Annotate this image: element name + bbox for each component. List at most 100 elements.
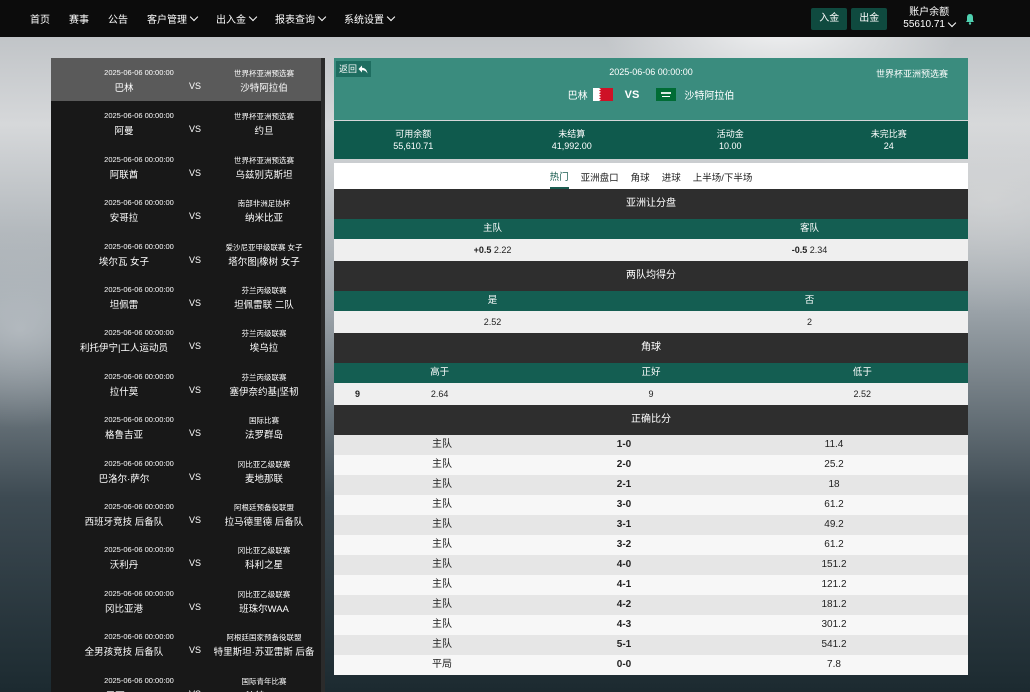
- correct-score-team: 平局: [432, 659, 452, 670]
- match-list-item[interactable]: 2025-06-06 00:00:00 全男孩竞技 后备队 VS 阿根廷国家预备役联盟…: [51, 622, 321, 665]
- match-item-time: 2025-06-06 00:00:00: [104, 502, 174, 511]
- correct-score-row[interactable]: 主队 4-0 151.2: [334, 555, 968, 575]
- account-balance[interactable]: 账户余额 55610.71: [903, 7, 957, 31]
- correct-score-odds: 11.4: [824, 439, 844, 450]
- correct-score-row[interactable]: 主队 2-0 25.2: [334, 455, 968, 475]
- match-item-time: 2025-06-06 00:00:00: [104, 111, 174, 121]
- odds-home-handicap[interactable]: +0.5 2.22: [334, 239, 651, 261]
- match-item-home: 坦佩雷: [109, 300, 139, 311]
- match-item-home: 冈比亚港: [104, 603, 143, 615]
- match-item-vs: VS: [188, 645, 201, 656]
- correct-score-row[interactable]: 主队 3-1 49.2: [334, 515, 968, 535]
- odds-corners-under[interactable]: 2.52: [757, 383, 968, 405]
- match-list-scrollbar[interactable]: [321, 58, 325, 692]
- deposit-button[interactable]: 入金: [811, 7, 848, 30]
- match-list-item[interactable]: 2025-06-06 00:00:00 拉什莫 VS 芬兰丙级联赛 塞伊奈约基|坚韧: [51, 362, 321, 405]
- correct-score-team: 主队: [432, 439, 452, 450]
- correct-score-value: 4-0: [616, 559, 632, 570]
- correct-score-value: 2-0: [616, 459, 632, 470]
- match-item-vs: VS: [188, 298, 201, 308]
- odds-corners-exact[interactable]: 9: [545, 383, 756, 405]
- match-list-item[interactable]: 2025-06-06 00:00:00 西班牙竞技 后备队 VS 阿根廷预备役联盟 拉马…: [51, 492, 321, 535]
- bell-icon[interactable]: [965, 13, 975, 25]
- stat-value: 10.00: [718, 141, 742, 151]
- correct-score-row[interactable]: 主队 4-1 121.2: [334, 575, 968, 595]
- nav-deposit-withdraw[interactable]: 出入金: [216, 11, 258, 26]
- correct-score-row[interactable]: 主队 4-3 301.2: [334, 615, 968, 635]
- match-list-item[interactable]: 2025-06-06 00:00:00 冈比亚港 VS 冈比亚乙级联赛 班珠尔WAA: [51, 579, 321, 622]
- odds-value: 2.34: [809, 245, 828, 255]
- tab-half-time[interactable]: 上半场/下半场: [693, 165, 753, 188]
- match-list-item[interactable]: 2025-06-06 00:00:00 沃利丹 VS 冈比亚乙级联赛 科利之星: [51, 535, 321, 578]
- odds-btts-no[interactable]: 2: [651, 311, 968, 333]
- match-item-home: 格鲁吉亚: [104, 430, 143, 442]
- correct-score-row[interactable]: 主队 5-1 541.2: [334, 635, 968, 655]
- nav-system-settings[interactable]: 系统设置: [344, 11, 396, 26]
- match-item-vs: VS: [188, 558, 201, 569]
- tab-asian-handicap[interactable]: 亚洲盘口: [581, 165, 619, 188]
- correct-score-row[interactable]: 主队 3-0 61.2: [334, 495, 968, 515]
- match-item-vs: VS: [188, 384, 201, 395]
- match-list-item[interactable]: 2025-06-06 00:00:00 巴林 VS 世界杯亚洲预选赛 沙特阿拉伯: [51, 58, 321, 101]
- match-list-item[interactable]: 2025-06-06 00:00:00 坦佩雷 VS 芬兰丙级联赛 坦佩雷联 二队: [51, 275, 321, 318]
- correct-score-row[interactable]: 主队 4-2 181.2: [334, 595, 968, 615]
- nav-events[interactable]: 赛事: [69, 11, 89, 26]
- match-item-home: 利托伊宁|工人运动员: [80, 343, 168, 355]
- tab-corners[interactable]: 角球: [631, 165, 650, 188]
- match-item-league: 阿根廷预备役联盟: [234, 503, 294, 512]
- nav-customer-label: 客户管理: [147, 15, 187, 26]
- stat-value: 41,992.00: [551, 141, 592, 151]
- match-item-away: 班珠尔WAA: [239, 603, 289, 615]
- correct-score-value: 2-1: [616, 479, 632, 490]
- nav-home[interactable]: 首页: [30, 11, 50, 26]
- chevron-down-icon: [317, 12, 327, 22]
- match-item-league: 芬兰丙级联赛: [241, 372, 287, 382]
- match-list-item[interactable]: 2025-06-06 00:00:00 安哥拉 VS 南部非洲足协杯 纳米比亚: [51, 188, 321, 231]
- match-item-time: 2025-06-06 00:00:00: [104, 458, 174, 468]
- nav-customer-management[interactable]: 客户管理: [147, 11, 199, 26]
- match-list-item[interactable]: 2025-06-06 00:00:00 利托伊宁|工人运动员 VS 芬兰丙级联赛 埃乌拉: [51, 318, 321, 361]
- nav-settings-label: 系统设置: [344, 15, 384, 26]
- tab-goals[interactable]: 进球: [662, 165, 681, 188]
- correct-score-team: 主队: [432, 599, 452, 610]
- correct-score-value: 0-0: [616, 659, 632, 670]
- match-teams: 巴林 VS 沙特阿拉伯: [334, 87, 968, 102]
- chevron-down-icon: [189, 12, 199, 22]
- correct-score-row[interactable]: 平局 0-0 7.8: [334, 655, 968, 675]
- odds-corners-over[interactable]: 2.64: [334, 383, 545, 405]
- col-home: 主队: [482, 223, 502, 234]
- match-item-time: 2025-06-06 00:00:00: [104, 675, 174, 685]
- correct-score-row[interactable]: 主队 3-2 61.2: [334, 535, 968, 555]
- odds-btts-yes[interactable]: 2.52: [334, 311, 651, 333]
- match-item-home: 埃尔瓦 女子: [98, 256, 150, 268]
- odds-away-handicap[interactable]: -0.5 2.34: [651, 239, 968, 261]
- match-list-item[interactable]: 2025-06-06 00:00:00 巴西U20VS 国际青年比赛沙特U20: [51, 666, 321, 692]
- match-item-time: 2025-06-06 00:00:00: [104, 545, 174, 555]
- stat-bonus: 活动金 10.00: [651, 121, 810, 159]
- home-team-name: 巴林: [567, 91, 588, 102]
- correct-score-row[interactable]: 主队 1-0 11.4: [334, 435, 968, 455]
- nav-announcements[interactable]: 公告: [108, 11, 128, 26]
- correct-score-value: 4-3: [616, 619, 632, 630]
- correct-score-row[interactable]: 主队 2-1 18: [334, 475, 968, 495]
- match-item-league: 芬兰丙级联赛: [241, 286, 287, 295]
- match-item-away: 沙特阿拉伯: [240, 83, 288, 94]
- nav-reports[interactable]: 报表查询: [275, 11, 327, 26]
- match-item-vs: VS: [188, 341, 201, 352]
- tab-popular[interactable]: 热门: [549, 164, 569, 189]
- match-item-league: 冈比亚乙级联赛: [237, 589, 291, 599]
- corners-line: 9: [355, 389, 361, 399]
- match-item-home: 巴西U20: [61, 688, 187, 692]
- match-item-time: 2025-06-06 00:00:00: [104, 285, 174, 294]
- match-list-item[interactable]: 2025-06-06 00:00:00 巴洛尔·萨尔 VS 冈比亚乙级联赛 麦地那联: [51, 449, 321, 492]
- match-item-away: 纳米比亚: [244, 213, 283, 225]
- match-list: 2025-06-06 00:00:00 巴林 VS 世界杯亚洲预选赛 沙特阿拉伯 2025…: [51, 58, 325, 692]
- match-list-item[interactable]: 2025-06-06 00:00:00 埃尔瓦 女子 VS 爱沙尼亚甲级联赛 女子 塔尔…: [51, 232, 321, 275]
- match-item-home: 全男孩竞技 后备队: [84, 647, 164, 659]
- match-item-league: 芬兰丙级联赛: [241, 329, 287, 339]
- match-list-item[interactable]: 2025-06-06 00:00:00 阿曼 VS 世界杯亚洲预选赛 约旦: [51, 101, 321, 144]
- withdraw-button[interactable]: 出金: [851, 7, 888, 30]
- match-list-item[interactable]: 2025-06-06 00:00:00 格鲁吉亚 VS 国际比赛 法罗群岛: [51, 405, 321, 448]
- match-list-item[interactable]: 2025-06-06 00:00:00 阿联酋 VS 世界杯亚洲预选赛 乌兹别克斯坦: [51, 145, 321, 188]
- col-away: 客队: [799, 223, 819, 234]
